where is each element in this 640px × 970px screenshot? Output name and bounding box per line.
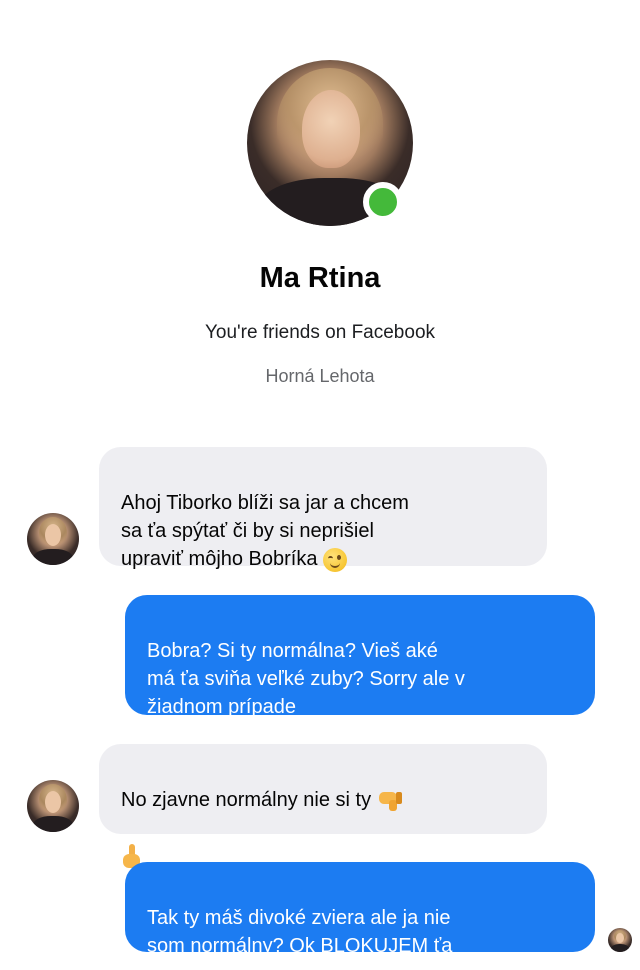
thumbs-down-emoji <box>377 790 403 812</box>
message-text: Ahoj Tiborko blíži sa jar a chcem sa ťa … <box>121 492 409 570</box>
seen-avatar-icon <box>608 928 632 952</box>
message-text: Tak ty máš divoké zviera ale ja nie som … <box>147 907 453 957</box>
message-bubble-outgoing[interactable]: Tak ty máš divoké zviera ale ja nie som … <box>125 862 595 957</box>
sender-avatar[interactable] <box>27 513 79 565</box>
online-status-icon <box>363 182 403 222</box>
message-bubble-incoming[interactable]: No zjavne normálny nie si ty <box>99 744 547 868</box>
wink-emoji <box>323 547 348 572</box>
message-text: Bobra? Si ty normálna? Vieš aké má ťa sv… <box>147 640 465 718</box>
friend-status: You're friends on Facebook <box>204 322 436 343</box>
message-bubble-incoming[interactable]: Ahoj Tiborko blíži sa jar a chcem sa ťa … <box>99 447 547 572</box>
contact-location: Horná Lehota <box>265 366 375 386</box>
sender-avatar[interactable] <box>27 780 79 832</box>
message-text: No zjavne normálny nie si ty <box>121 789 372 811</box>
message-bubble-outgoing[interactable]: Bobra? Si ty normálna? Vieš aké má ťa sv… <box>125 595 595 718</box>
contact-name: Ma Rtina <box>259 262 381 294</box>
